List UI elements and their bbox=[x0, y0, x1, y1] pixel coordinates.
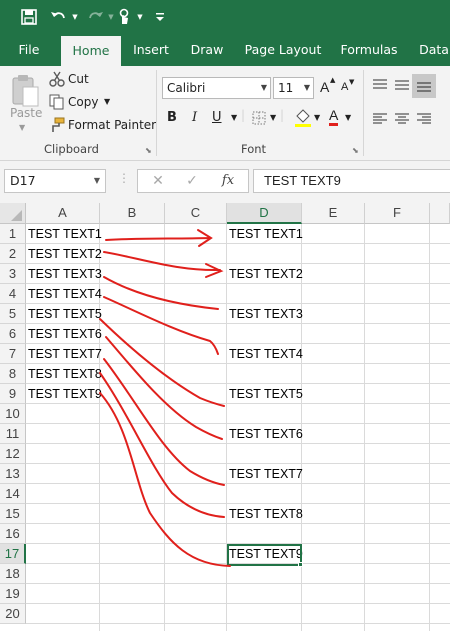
cut-icon[interactable] bbox=[49, 71, 65, 87]
top-align-icon[interactable] bbox=[372, 78, 388, 92]
arrow-row2 bbox=[103, 251, 221, 272]
insert-function-icon[interactable]: fx bbox=[214, 170, 242, 192]
font-size-combo[interactable]: 11 ▼ bbox=[273, 77, 314, 99]
annotation-arrows bbox=[99, 229, 231, 567]
copy-icon[interactable] bbox=[49, 94, 65, 110]
tab-page-layout[interactable]: Page Layout bbox=[241, 34, 325, 66]
stroke-row5 bbox=[99, 318, 225, 407]
stroke-row7 bbox=[103, 358, 225, 486]
undo-dropdown-icon[interactable]: ▼ bbox=[70, 6, 80, 28]
stroke-row8 bbox=[99, 372, 225, 518]
font-group-label: Font bbox=[241, 142, 267, 156]
decrease-font-size-icon[interactable]: A bbox=[341, 81, 348, 93]
font-name-combo[interactable]: Calibri ▼ bbox=[162, 77, 271, 99]
font-name-dropdown-icon[interactable]: ▼ bbox=[261, 78, 267, 98]
format-painter-icon[interactable] bbox=[49, 117, 65, 133]
tab-insert[interactable]: Insert bbox=[128, 34, 174, 66]
tab-file[interactable]: File bbox=[10, 34, 48, 66]
fill-color-icon[interactable] bbox=[294, 108, 312, 128]
formula-buttons: ✕ ✓ fx bbox=[137, 169, 249, 193]
middle-align-icon[interactable] bbox=[394, 78, 410, 92]
worksheet-grid[interactable]: ABCDEF 1 2 3 4 5 6 7 8 9 10 11 12 13 14 15 16 17 18 19 20 T… bbox=[0, 203, 450, 631]
increase-font-size-icon[interactable]: A bbox=[320, 79, 329, 95]
redo-icon[interactable] bbox=[84, 6, 106, 28]
align-right-icon[interactable] bbox=[416, 112, 432, 126]
font-size-dropdown-icon[interactable]: ▼ bbox=[304, 78, 310, 98]
tab-home[interactable]: Home bbox=[61, 36, 121, 66]
underline-button[interactable]: U bbox=[212, 110, 222, 125]
touch-dropdown-icon[interactable]: ▼ bbox=[135, 6, 145, 28]
cancel-icon[interactable]: ✕ bbox=[144, 170, 172, 192]
align-center-icon[interactable] bbox=[394, 112, 410, 126]
italic-button[interactable]: I bbox=[192, 110, 197, 125]
paste-button-label[interactable]: Paste bbox=[10, 106, 42, 120]
tab-draw[interactable]: Draw bbox=[186, 34, 228, 66]
font-dialog-launcher-icon[interactable]: ⬊ bbox=[352, 146, 359, 155]
cut-button-label[interactable]: Cut bbox=[68, 72, 89, 86]
font-color-dropdown-icon[interactable]: ▼ bbox=[345, 113, 351, 122]
ribbon-separator: | bbox=[241, 108, 246, 122]
borders-icon[interactable] bbox=[251, 110, 267, 126]
paste-dropdown-icon[interactable]: ▼ bbox=[19, 123, 25, 132]
tab-formulas[interactable]: Formulas bbox=[336, 34, 402, 66]
ribbon-separator bbox=[156, 70, 157, 156]
bold-button[interactable]: B bbox=[167, 110, 177, 125]
font-color-button[interactable]: A bbox=[329, 108, 339, 126]
font-name-value: Calibri bbox=[167, 81, 206, 95]
touch-mode-icon[interactable] bbox=[114, 6, 134, 28]
clipboard-dialog-launcher-icon[interactable]: ⬊ bbox=[145, 146, 152, 155]
bottom-align-icon[interactable] bbox=[412, 74, 436, 98]
paste-icon[interactable] bbox=[8, 72, 42, 110]
copy-button-label[interactable]: Copy bbox=[68, 95, 98, 109]
stroke-row4 bbox=[103, 296, 219, 355]
ribbon: Paste ▼ Cut Copy ▼ Format Painter Clipbo… bbox=[0, 66, 450, 161]
ribbon-separator: | bbox=[280, 108, 285, 122]
borders-dropdown-icon[interactable]: ▼ bbox=[270, 113, 276, 122]
name-box[interactable]: D17 ▼ bbox=[4, 169, 106, 193]
increase-font-caret-icon: ▲ bbox=[330, 76, 336, 84]
ribbon-tabs: File Home Insert Draw Page Layout Formul… bbox=[0, 34, 450, 66]
save-icon[interactable] bbox=[18, 6, 40, 28]
underline-dropdown-icon[interactable]: ▼ bbox=[231, 113, 237, 122]
format-painter-button-label[interactable]: Format Painter bbox=[68, 118, 156, 132]
arrow-row1 bbox=[105, 237, 211, 241]
undo-icon[interactable] bbox=[48, 6, 70, 28]
formula-bar-grip-icon: ⋮ bbox=[118, 171, 130, 185]
decrease-font-caret-icon: ▼ bbox=[349, 78, 355, 86]
font-size-value: 11 bbox=[278, 81, 294, 95]
name-box-value: D17 bbox=[10, 173, 36, 188]
title-bar: ▼ ▼ ▼ bbox=[0, 0, 450, 34]
stroke-row9 bbox=[99, 392, 231, 567]
ribbon-separator bbox=[363, 70, 364, 156]
tab-data[interactable]: Data bbox=[414, 34, 450, 66]
align-left-icon[interactable] bbox=[372, 112, 388, 126]
formula-bar: D17 ▼ ⋮ ✕ ✓ fx TEST TEXT9 bbox=[0, 161, 450, 203]
customize-icon[interactable] bbox=[153, 6, 167, 28]
stroke-row6 bbox=[105, 336, 223, 440]
fill-color-dropdown-icon[interactable]: ▼ bbox=[314, 113, 320, 122]
name-box-dropdown-icon[interactable]: ▼ bbox=[94, 170, 100, 192]
enter-icon[interactable]: ✓ bbox=[178, 170, 206, 192]
copy-dropdown-icon[interactable]: ▼ bbox=[104, 97, 110, 106]
formula-input[interactable]: TEST TEXT9 bbox=[253, 169, 450, 193]
clipboard-group-label: Clipboard bbox=[44, 142, 99, 156]
